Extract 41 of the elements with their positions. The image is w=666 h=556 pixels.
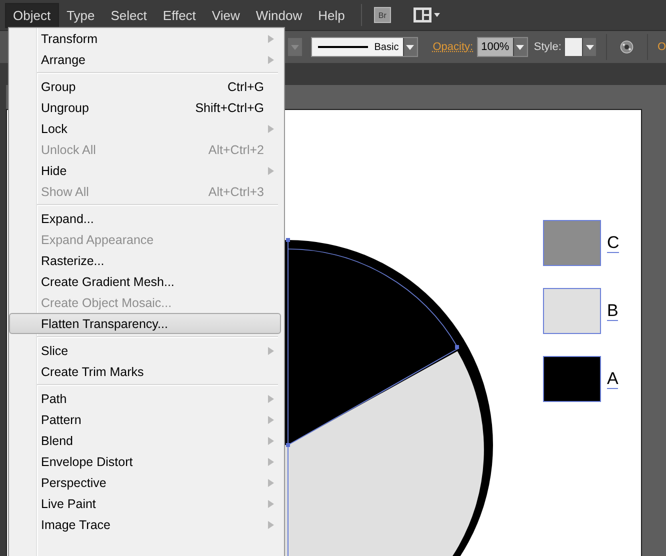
menu-item[interactable]: Create Trim Marks bbox=[9, 361, 281, 382]
menu-item[interactable]: Pattern bbox=[9, 409, 281, 430]
menu-item[interactable]: Envelope Distort bbox=[9, 451, 281, 472]
menu-item[interactable]: Lock bbox=[9, 118, 281, 139]
stroke-style-dropdown[interactable]: Basic bbox=[311, 37, 418, 57]
menu-item[interactable]: Effect bbox=[154, 2, 204, 28]
menu-item[interactable]: Type bbox=[58, 2, 103, 28]
caret-icon bbox=[586, 44, 594, 50]
menu-item[interactable]: Slice bbox=[9, 340, 281, 361]
menu-item[interactable]: Flatten Transparency... bbox=[9, 313, 281, 334]
menu-item[interactable]: Group Ctrl+G bbox=[9, 76, 281, 97]
style-dropdown[interactable] bbox=[565, 38, 596, 56]
menu-item[interactable]: Window bbox=[248, 2, 310, 28]
caret-icon bbox=[406, 44, 414, 50]
menu-item[interactable]: Hide bbox=[9, 160, 281, 181]
menu-item[interactable]: Create Gradient Mesh... bbox=[9, 271, 281, 292]
legend-label: B bbox=[607, 302, 618, 320]
menu-item[interactable]: View bbox=[204, 2, 248, 28]
bridge-button[interactable]: Br bbox=[374, 7, 391, 23]
menu-item[interactable]: Select bbox=[102, 2, 155, 28]
opacity-field[interactable]: 100% bbox=[477, 37, 528, 57]
style-label: Style: bbox=[534, 41, 562, 53]
menu-item[interactable]: Arrange bbox=[9, 49, 281, 70]
menu-item[interactable]: Path bbox=[9, 388, 281, 409]
menu-item[interactable]: Image Trace bbox=[9, 514, 281, 535]
menu-item[interactable]: Expand... bbox=[9, 208, 281, 229]
menu-item[interactable]: Perspective bbox=[9, 472, 281, 493]
menu-item[interactable]: Ungroup Shift+Ctrl+G bbox=[9, 97, 281, 118]
caret-icon bbox=[291, 44, 300, 50]
menu-item[interactable]: Help bbox=[310, 2, 353, 28]
legend-label: C bbox=[607, 234, 620, 252]
workspace-layout-button[interactable] bbox=[412, 7, 441, 23]
recolor-artwork-icon[interactable] bbox=[620, 38, 634, 56]
menu-item[interactable]: Rasterize... bbox=[9, 250, 281, 271]
legend-label: A bbox=[607, 370, 618, 388]
caret-icon bbox=[516, 44, 524, 50]
menu-item[interactable]: Blend bbox=[9, 430, 281, 451]
menu-item[interactable]: Live Paint bbox=[9, 493, 281, 514]
menu-item[interactable]: Object bbox=[5, 2, 59, 28]
menu-item[interactable]: Transform bbox=[9, 28, 281, 49]
stroke-line-icon bbox=[318, 45, 368, 49]
